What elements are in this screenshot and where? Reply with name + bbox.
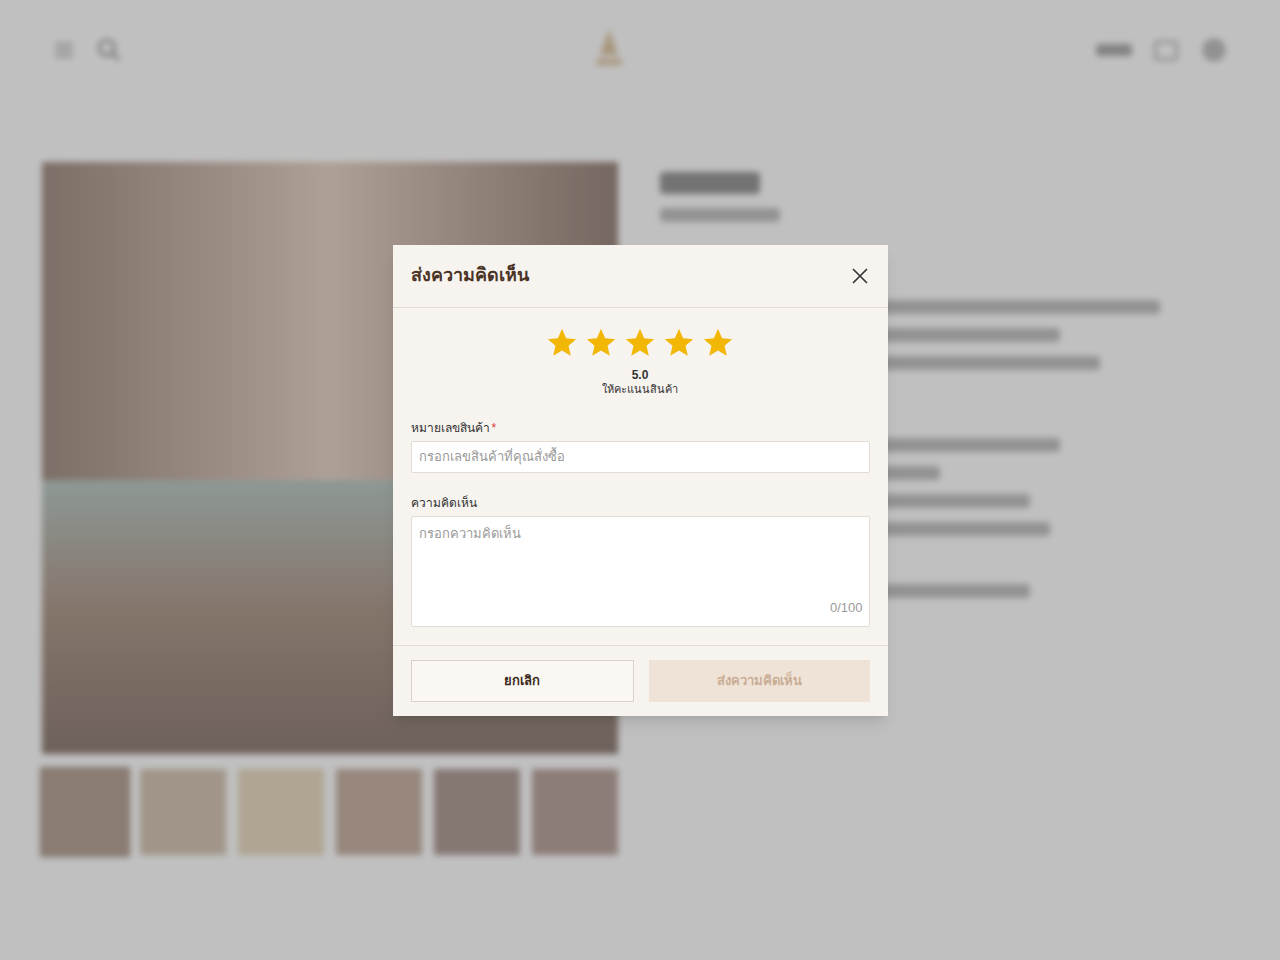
dialog-title: ส่งความคิดเห็น [411, 262, 529, 289]
modal-overlay[interactable]: ส่งความคิดเห็น 5.0ให้คะแนนสินค้าหมายเลขสิ… [0, 0, 1280, 960]
dialog-header: ส่งความคิดเห็น [393, 245, 888, 308]
form-field: ความคิดเห็น 0/100 [411, 495, 870, 627]
cancel-button[interactable]: ยกเลิก [411, 660, 634, 702]
star-icon[interactable] [662, 326, 696, 360]
star-icon[interactable] [545, 326, 579, 360]
rating-score: 5.0 [632, 368, 649, 382]
star-icon[interactable] [623, 326, 657, 360]
star-icon[interactable] [584, 326, 618, 360]
rating-caption: ให้คะแนนสินค้า [602, 382, 678, 396]
dialog-body: 5.0ให้คะแนนสินค้าหมายเลขสินค้า* ความคิดเห… [393, 308, 888, 645]
star-icon[interactable] [701, 326, 735, 360]
required-mark: * [492, 421, 497, 435]
comment-textarea[interactable] [411, 516, 870, 627]
char-counter: 0/100 [830, 598, 863, 618]
submit-button[interactable]: ส่งความคิดเห็น [649, 660, 870, 702]
feedback-dialog: ส่งความคิดเห็น 5.0ให้คะแนนสินค้าหมายเลขสิ… [393, 245, 888, 716]
dialog-footer: ยกเลิก ส่งความคิดเห็น [393, 645, 888, 716]
page: ส่งความคิดเห็น 5.0ให้คะแนนสินค้าหมายเลขสิ… [0, 0, 1280, 960]
form-field: หมายเลขสินค้า* [411, 420, 870, 473]
field-label: ความคิดเห็น [411, 495, 870, 511]
star-rating: 5.0ให้คะแนนสินค้า [411, 326, 870, 396]
close-icon[interactable] [850, 266, 870, 286]
product-number-input[interactable] [411, 441, 870, 473]
comment-box: 0/100 [411, 516, 870, 627]
field-label: หมายเลขสินค้า* [411, 420, 870, 436]
